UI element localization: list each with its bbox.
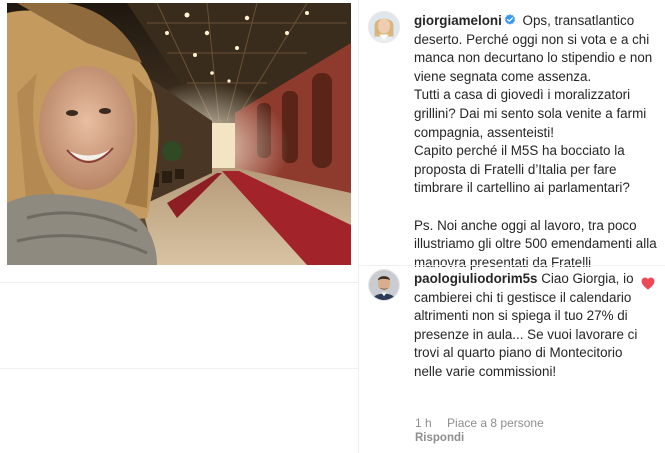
divider — [0, 282, 358, 283]
comment-username[interactable]: paologiuliodorim5s — [414, 271, 538, 286]
reply-button[interactable]: Rispondi — [415, 432, 464, 444]
comment: paologiuliodorim5s Ciao Giorgia, io camb… — [414, 270, 644, 382]
verified-badge-icon — [504, 14, 516, 26]
caption-paragraph: Tutti a casa di giovedì i moralizzatori … — [414, 87, 647, 140]
author-avatar-image — [369, 12, 399, 42]
heart-icon[interactable] — [641, 277, 655, 290]
selfie-image — [7, 3, 351, 265]
commenter-avatar[interactable] — [368, 269, 400, 301]
comment-meta: 1 h Piace a 8 persone — [415, 416, 544, 430]
post-media-column — [0, 0, 358, 453]
post-photo[interactable] — [7, 3, 351, 265]
post-caption: giorgiameloni Ops, transatlantico desert… — [414, 12, 660, 272]
comments-panel: giorgiameloni Ops, transatlantico desert… — [359, 0, 665, 453]
caption-paragraph: Capito perché il M5S ha bocciato la prop… — [414, 143, 630, 196]
divider — [0, 368, 358, 369]
author-avatar[interactable] — [368, 11, 400, 43]
comment-likes[interactable]: Piace a 8 persone — [447, 416, 544, 430]
comment-time[interactable]: 1 h — [415, 416, 432, 430]
caption-username[interactable]: giorgiameloni — [414, 13, 502, 28]
divider — [359, 265, 665, 266]
instagram-post-view: giorgiameloni Ops, transatlantico desert… — [0, 0, 665, 453]
commenter-avatar-image — [369, 270, 399, 300]
caption-paragraph: Ps. Noi anche oggi al lavoro, tra poco i… — [414, 217, 657, 270]
comment-text: Ciao Giorgia, io cambierei chi ti gestis… — [414, 271, 638, 379]
